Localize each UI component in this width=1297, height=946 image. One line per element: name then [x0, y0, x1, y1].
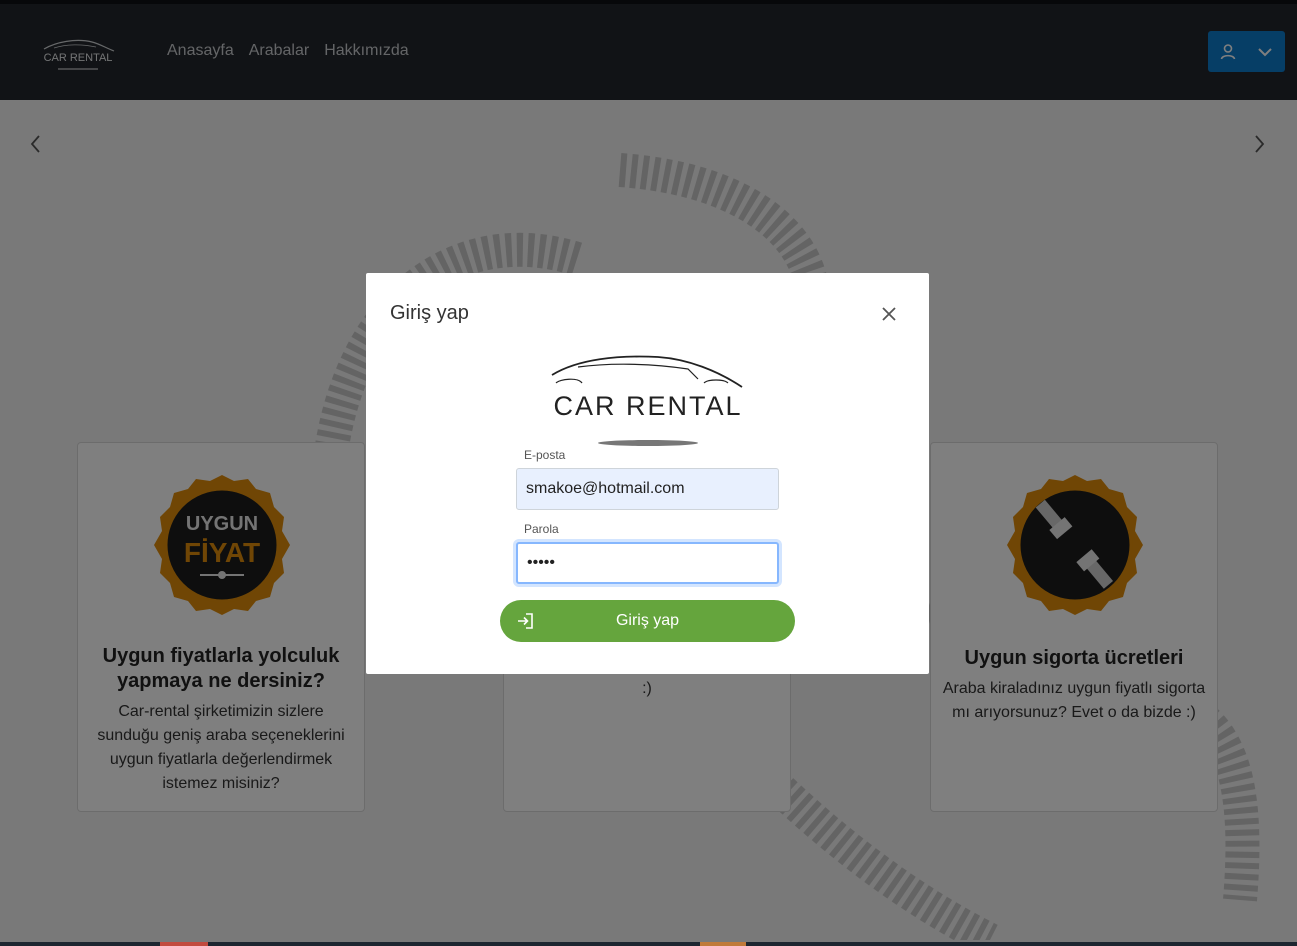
- login-submit-button[interactable]: Giriş yap: [500, 600, 795, 642]
- email-label: E-posta: [524, 448, 566, 462]
- car-rental-logo: CAR RENTAL: [551, 355, 743, 446]
- logo-text: CAR RENTAL: [553, 391, 742, 421]
- submit-label: Giriş yap: [615, 612, 680, 629]
- close-icon[interactable]: [880, 305, 898, 323]
- password-field[interactable]: •••••: [516, 542, 779, 584]
- login-modal: Giriş yap CAR RENTAL E-posta smakoe@hotm…: [366, 273, 929, 674]
- email-value: smakoe@hotmail.com: [526, 480, 685, 497]
- password-label: Parola: [524, 522, 559, 536]
- taskbar-item: [700, 942, 746, 946]
- password-value: •••••: [527, 554, 556, 571]
- modal-title: Giriş yap: [390, 302, 469, 324]
- taskbar-item: [160, 942, 208, 946]
- login-icon: [518, 613, 533, 629]
- email-field[interactable]: smakoe@hotmail.com: [516, 468, 779, 510]
